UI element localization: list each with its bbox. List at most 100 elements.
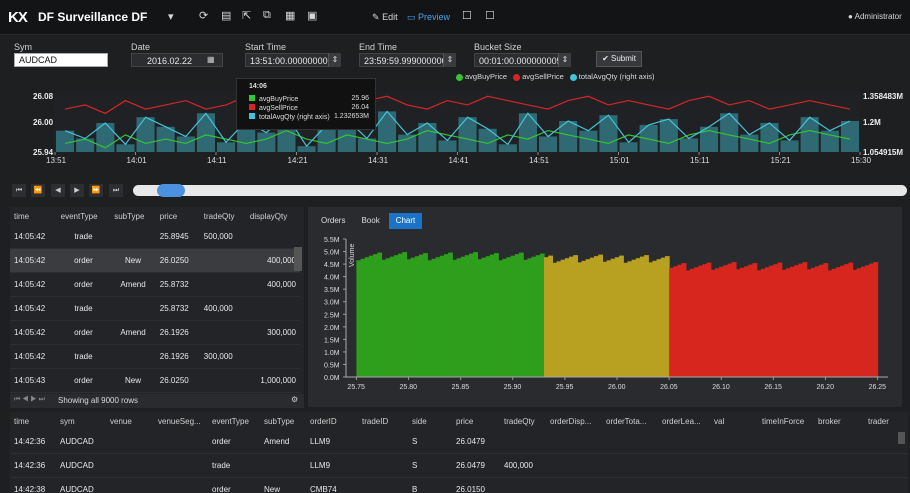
column-header[interactable]: tradeID xyxy=(358,412,408,430)
table-cell xyxy=(814,453,864,478)
table-row[interactable]: 14:05:42 order New 26.0250 400,000 xyxy=(10,248,300,273)
y-tick-label: 3.5M xyxy=(324,287,340,294)
x-tick-label: 15:11 xyxy=(690,156,710,165)
trades-scrollbar[interactable] xyxy=(898,432,905,444)
column-header[interactable]: price xyxy=(452,412,500,430)
column-header[interactable]: orderTota... xyxy=(602,412,658,430)
sym-input[interactable] xyxy=(14,53,108,67)
qty-bar xyxy=(539,136,558,152)
column-header[interactable]: time xyxy=(10,412,56,430)
column-header[interactable]: venueSeg... xyxy=(154,412,208,430)
volume-bar-transition xyxy=(606,260,612,377)
y2-tick-label: 1.2M xyxy=(863,118,881,127)
table-row[interactable]: 14:05:42 order Amend 26.1926 300,000 xyxy=(10,320,300,345)
bucket-size-spinner[interactable]: ⇕ xyxy=(558,53,571,67)
table-row[interactable]: 14:42:36 AUDCAD trade LLM9 S 26.0479 400,000 xyxy=(10,453,908,478)
sym-label: Sym xyxy=(14,42,32,52)
table-row[interactable]: 14:05:42 trade 26.1926 300,000 xyxy=(10,344,300,369)
legend-item[interactable]: avgBuyPrice xyxy=(456,72,507,81)
column-header[interactable]: time xyxy=(10,207,57,225)
table-row[interactable]: 14:05:42 trade 25.8945 500,000 xyxy=(10,225,300,249)
volume-bar-buy xyxy=(452,259,458,377)
volume-bar-sell xyxy=(869,263,874,377)
volume-chart[interactable]: 0.0M 0.5M 1.0M 1.5M 2.0M 2.5M 3.0M 3.5M 4.0M 4.5M… xyxy=(308,231,902,407)
column-header[interactable]: subType xyxy=(110,207,156,225)
column-header[interactable]: tradeQty xyxy=(500,412,546,430)
volume-bar-sell xyxy=(806,269,812,377)
column-header[interactable]: broker xyxy=(814,412,864,430)
pager-icons[interactable]: ⏮ ◀ ▶ ⏭ xyxy=(14,396,45,404)
tab-book[interactable]: Book xyxy=(354,213,386,229)
window-restore-icon[interactable]: ☐ xyxy=(485,9,495,22)
column-header[interactable]: subType xyxy=(260,412,306,430)
table-cell: Amend xyxy=(110,272,156,297)
column-header[interactable]: sym xyxy=(56,412,106,430)
refresh-icon[interactable]: ⟳ xyxy=(199,9,208,22)
play-icon[interactable]: ▶ xyxy=(70,184,84,197)
submit-button[interactable]: ✔ Submit xyxy=(596,51,642,67)
settings-icon[interactable]: ⚙ xyxy=(291,395,298,404)
legend-item[interactable]: totalAvgQty (right axis) xyxy=(569,72,655,81)
edit-button[interactable]: ✎ Edit xyxy=(372,12,398,23)
start-time-field[interactable]: 13:51:00.000000000 xyxy=(245,53,340,67)
table-row[interactable]: 14:42:36 AUDCAD order Amend LLM9 S 26.0479 xyxy=(10,430,908,454)
file-icon[interactable]: ▤ xyxy=(221,9,231,22)
orders-scrollbar[interactable] xyxy=(294,247,302,271)
price-chart[interactable]: 25.9426.0026.081.054915M1.2M1.358483M13:… xyxy=(0,80,910,178)
table-cell xyxy=(710,430,758,454)
bucket-size-field[interactable]: 00:01:00.000000005 xyxy=(474,53,570,67)
tab-bar: Orders Book Chart xyxy=(314,213,423,229)
copy-icon[interactable]: ⧉ xyxy=(263,9,271,22)
table-cell xyxy=(546,477,602,493)
table-row[interactable]: 14:05:42 order Amend 25.8732 400,000 xyxy=(10,272,300,297)
table-cell: 26.0250 xyxy=(155,368,200,393)
end-time-field[interactable]: 23:59:59.999000000 xyxy=(359,53,455,67)
table-cell xyxy=(110,344,156,369)
tab-chart[interactable]: Chart xyxy=(388,213,423,229)
slider-track[interactable] xyxy=(133,185,907,196)
first-icon[interactable]: ⏮ xyxy=(12,184,26,197)
column-header[interactable]: timeInForce xyxy=(758,412,814,430)
qty-bar xyxy=(518,113,537,152)
column-header[interactable]: eventType xyxy=(57,207,111,225)
column-header[interactable]: eventType xyxy=(208,412,260,430)
table-row[interactable]: 14:05:42 trade 25.8732 400,000 xyxy=(10,296,300,321)
x-tick-label: 15:01 xyxy=(610,156,631,165)
submit-label: Submit xyxy=(611,54,636,63)
column-header[interactable]: orderID xyxy=(306,412,358,430)
rewind-icon[interactable]: ⏪ xyxy=(31,184,45,197)
user-menu[interactable]: ● Administrator xyxy=(848,12,902,21)
table-row[interactable]: 14:05:43 order New 26.0250 1,000,000 xyxy=(10,368,300,393)
x-tick-label: 25.90 xyxy=(504,384,522,391)
x-tick-label: 15:21 xyxy=(771,156,792,165)
end-time-spinner[interactable]: ⇕ xyxy=(443,53,456,67)
calendar-icon[interactable]: ▦ xyxy=(207,55,215,64)
last-icon[interactable]: ⏭ xyxy=(109,184,123,197)
start-time-spinner[interactable]: ⇕ xyxy=(328,53,341,67)
dropdown-caret-icon[interactable]: ▾ xyxy=(168,10,174,23)
export-icon[interactable]: ⇱ xyxy=(242,9,251,22)
column-header[interactable]: side xyxy=(408,412,452,430)
prev-icon[interactable]: ◀ xyxy=(51,184,65,197)
column-header[interactable]: trader xyxy=(864,412,908,430)
window-icon[interactable]: ☐ xyxy=(462,9,472,22)
column-header[interactable]: price xyxy=(156,207,200,225)
column-header[interactable]: tradeQty xyxy=(200,207,246,225)
tab-orders[interactable]: Orders xyxy=(314,213,352,229)
column-header[interactable]: val xyxy=(710,412,758,430)
column-header[interactable]: displayQty xyxy=(246,207,300,225)
column-header[interactable]: orderLea... xyxy=(658,412,710,430)
column-header[interactable]: orderDisp... xyxy=(546,412,602,430)
preview-button[interactable]: ▭ Preview xyxy=(407,12,450,23)
grid-icon[interactable]: ▦ xyxy=(285,9,295,22)
table-cell xyxy=(546,430,602,454)
legend-item[interactable]: avgSellPrice xyxy=(513,72,564,81)
slider-handle[interactable] xyxy=(157,184,186,197)
column-header[interactable]: venue xyxy=(106,412,154,430)
table-row[interactable]: 14:42:38 AUDCAD order New CMB74 B 26.0150 xyxy=(10,477,908,493)
table-cell: 14:05:42 xyxy=(10,225,57,249)
document-icon[interactable]: ▣ xyxy=(307,9,317,22)
forward-icon[interactable]: ⏩ xyxy=(89,184,103,197)
volume-bar-buy xyxy=(464,255,470,377)
table-cell: 26.0479 xyxy=(452,453,500,478)
